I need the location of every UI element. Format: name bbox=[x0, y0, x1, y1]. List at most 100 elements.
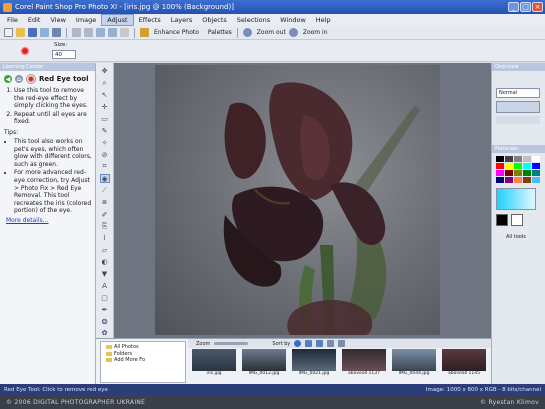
thumbnail[interactable]: aboveall 1145 bbox=[442, 349, 486, 377]
blend-mode-select[interactable]: Normal bbox=[496, 88, 540, 98]
background-color[interactable] bbox=[511, 214, 523, 226]
close-button[interactable]: × bbox=[532, 2, 543, 12]
zoom-slider[interactable] bbox=[214, 342, 249, 345]
pen-tool-icon[interactable]: ✒ bbox=[100, 305, 110, 314]
print-icon[interactable] bbox=[52, 28, 61, 37]
menu-objects[interactable]: Objects bbox=[197, 14, 232, 26]
screen-icon[interactable] bbox=[120, 28, 129, 37]
organizer-toolbar: Zoom Sort by bbox=[188, 339, 491, 348]
refresh-icon[interactable] bbox=[294, 340, 302, 347]
zoom-in-icon[interactable] bbox=[288, 28, 298, 37]
menu-selections[interactable]: Selections bbox=[232, 14, 275, 26]
back-arrow-icon[interactable]: ◀ bbox=[4, 75, 12, 83]
swatch[interactable] bbox=[505, 163, 513, 169]
sort-by-button[interactable]: Sort by bbox=[272, 341, 290, 347]
swatch[interactable] bbox=[523, 156, 531, 162]
menu-view[interactable]: View bbox=[45, 14, 70, 26]
size-input[interactable]: 40 bbox=[52, 50, 76, 59]
crop-tool-icon[interactable]: ⌗ bbox=[100, 162, 110, 171]
palettes-button[interactable]: Palettes bbox=[208, 29, 232, 36]
pan-tool-icon[interactable]: ✥ bbox=[100, 67, 110, 76]
paint-brush-icon[interactable]: ✐ bbox=[100, 210, 110, 219]
swatch[interactable] bbox=[532, 163, 540, 169]
scratch-remover-icon[interactable]: ⌇ bbox=[100, 234, 110, 243]
pick-tool-icon[interactable]: ↖ bbox=[100, 91, 110, 100]
maximize-button[interactable]: □ bbox=[520, 2, 531, 12]
open-folder-icon[interactable] bbox=[16, 28, 25, 37]
menu-layers[interactable]: Layers bbox=[166, 14, 198, 26]
swatch[interactable] bbox=[496, 170, 504, 176]
menu-window[interactable]: Window bbox=[275, 14, 311, 26]
swatch[interactable] bbox=[532, 177, 540, 183]
swatch[interactable] bbox=[496, 163, 504, 169]
warp-brush-icon[interactable]: ❂ bbox=[100, 317, 110, 326]
red-eye-tool-button[interactable]: ◉ bbox=[99, 174, 110, 184]
menu-adjust[interactable]: Adjust bbox=[101, 14, 134, 26]
menu-effects[interactable]: Effects bbox=[134, 14, 166, 26]
swatch[interactable] bbox=[523, 163, 531, 169]
fill-icon[interactable]: ▼ bbox=[100, 270, 110, 279]
thumbnail[interactable]: IMG_0012.jpg bbox=[242, 349, 286, 377]
shape-tool-icon[interactable]: ▢ bbox=[100, 293, 110, 302]
move-tool-icon[interactable]: ✛ bbox=[100, 103, 110, 112]
more-details-link[interactable]: More details... bbox=[0, 217, 95, 224]
dropper-icon[interactable]: ⊘ bbox=[100, 150, 110, 159]
swatch[interactable] bbox=[532, 156, 540, 162]
thumbnail[interactable]: IMG_0021.jpg bbox=[292, 349, 336, 377]
menu-edit[interactable]: Edit bbox=[23, 14, 46, 26]
minimize-button[interactable]: _ bbox=[508, 2, 519, 12]
zoom-out-button[interactable]: Zoom out bbox=[257, 29, 286, 36]
crop-icon[interactable] bbox=[96, 28, 105, 37]
zoom-in-button[interactable]: Zoom in bbox=[303, 29, 328, 36]
color-picker-gradient[interactable] bbox=[496, 188, 536, 210]
swatch[interactable] bbox=[514, 163, 522, 169]
new-file-icon[interactable] bbox=[4, 28, 13, 37]
dodge-icon[interactable]: ◐ bbox=[100, 258, 110, 267]
thumbnail[interactable]: aboveall 1137 bbox=[342, 349, 386, 377]
swatch[interactable] bbox=[514, 156, 522, 162]
swatch[interactable] bbox=[496, 156, 504, 162]
clone-brush-icon[interactable]: ⎘ bbox=[100, 222, 110, 231]
redo-icon[interactable] bbox=[84, 28, 93, 37]
swatch[interactable] bbox=[505, 177, 513, 183]
save-icon[interactable] bbox=[28, 28, 37, 37]
swatch[interactable] bbox=[523, 170, 531, 176]
enhance-photo-button[interactable]: Enhance Photo bbox=[154, 29, 199, 36]
rotate-left-icon[interactable] bbox=[305, 340, 313, 347]
text-tool-icon[interactable]: A bbox=[100, 282, 110, 291]
home-icon[interactable]: ⌂ bbox=[15, 75, 23, 83]
picture-tube-icon[interactable]: ✿ bbox=[100, 329, 110, 338]
photo-canvas[interactable] bbox=[155, 65, 440, 335]
swatch[interactable] bbox=[496, 177, 504, 183]
menu-help[interactable]: Help bbox=[311, 14, 336, 26]
email-icon[interactable] bbox=[338, 340, 346, 347]
swatch[interactable] bbox=[523, 177, 531, 183]
rotate-right-icon[interactable] bbox=[316, 340, 324, 347]
menu-file[interactable]: File bbox=[2, 14, 23, 26]
swatch[interactable] bbox=[505, 156, 513, 162]
swatch[interactable] bbox=[514, 177, 522, 183]
zoom-tool-icon[interactable]: ⌕ bbox=[100, 79, 110, 88]
layer-thumbnail[interactable] bbox=[496, 101, 540, 113]
undo-icon[interactable] bbox=[72, 28, 81, 37]
perspective-tool-icon[interactable]: ⧈ bbox=[100, 198, 110, 207]
freehand-selection-icon[interactable]: ✎ bbox=[100, 127, 110, 136]
zoom-out-icon[interactable] bbox=[242, 28, 252, 37]
straighten-tool-icon[interactable]: ⟋ bbox=[100, 186, 110, 195]
menu-image[interactable]: Image bbox=[71, 14, 101, 26]
magic-wand-icon[interactable]: ✧ bbox=[100, 138, 110, 147]
thumbnail[interactable]: iris.jpg bbox=[192, 349, 236, 377]
foreground-color[interactable] bbox=[496, 214, 508, 226]
folder-item[interactable]: Add More Fo bbox=[104, 357, 182, 364]
eraser-icon[interactable]: ▱ bbox=[100, 246, 110, 255]
browse-icon[interactable] bbox=[40, 28, 49, 37]
print-icon[interactable] bbox=[327, 340, 335, 347]
swatch[interactable] bbox=[514, 170, 522, 176]
rotate-icon[interactable] bbox=[108, 28, 117, 37]
selection-tool-icon[interactable]: ▭ bbox=[100, 115, 110, 124]
layer-options[interactable] bbox=[496, 116, 540, 124]
thumbnail[interactable]: IMG_0044.jpg bbox=[392, 349, 436, 377]
enhance-photo-icon[interactable] bbox=[140, 28, 149, 37]
swatch[interactable] bbox=[505, 170, 513, 176]
swatch[interactable] bbox=[532, 170, 540, 176]
